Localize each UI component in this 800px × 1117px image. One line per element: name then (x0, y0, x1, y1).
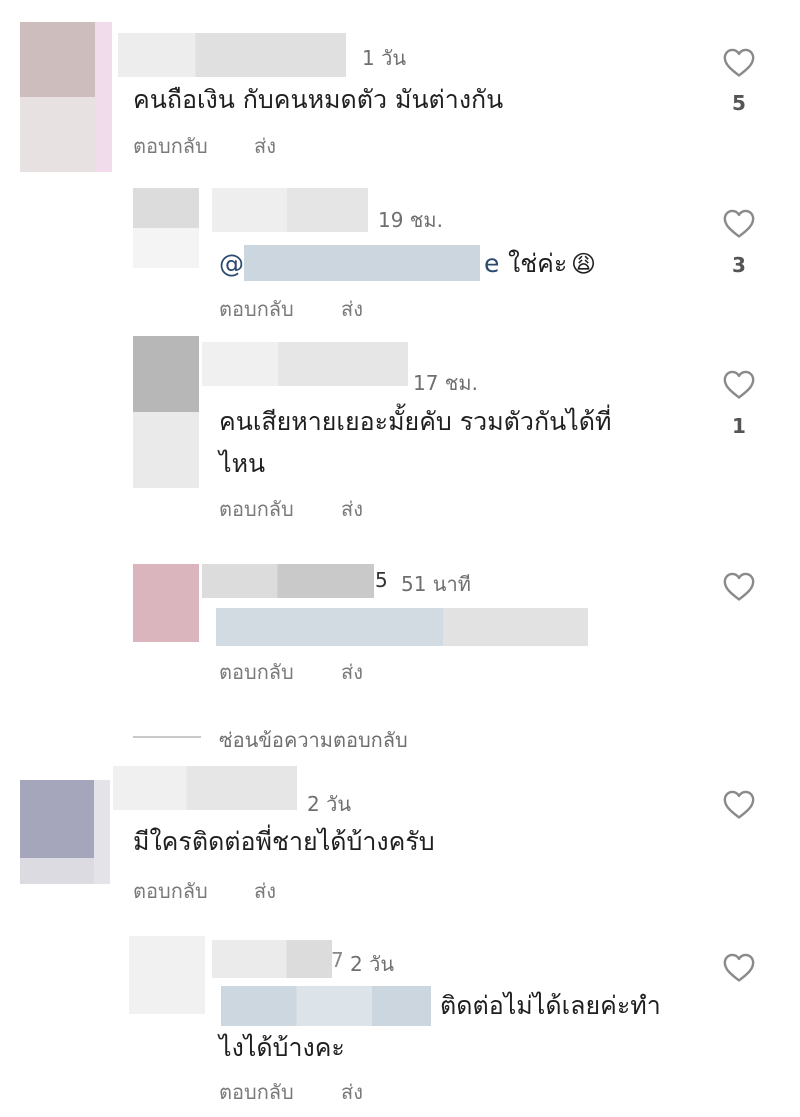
reply-button[interactable]: ตอบกลับ (219, 1076, 294, 1108)
comment-text-line1: ติดต่อไม่ได้เลยค่ะทำ (440, 991, 661, 1020)
comment-time: 2 วัน (350, 952, 394, 976)
reply-button[interactable]: ตอบกลับ (219, 293, 294, 325)
username-tail[interactable]: 7 (331, 948, 344, 972)
comment-item: 1 วัน คนถือเงิน กับคนหมดตัว มันต่างกัน ต… (0, 0, 800, 180)
heart-icon[interactable] (722, 788, 756, 820)
username[interactable] (118, 33, 346, 77)
reply-button[interactable]: ตอบกลับ (133, 875, 208, 907)
comment-time: 17 ชม. (413, 371, 478, 395)
comment-text: มีใครติดต่อพี่ชายได้บ้างครับ (133, 827, 435, 856)
comment-text-line2: ไหน (219, 449, 266, 478)
avatar[interactable] (133, 336, 199, 488)
reply-item: 19 ชม. @ e ใช่ค่ะ 😩 ตอบกลับ ส่ง 3 (0, 180, 800, 330)
send-button[interactable]: ส่ง (341, 293, 363, 325)
comment-text (216, 608, 588, 646)
username[interactable] (212, 940, 332, 978)
avatar[interactable] (20, 780, 110, 884)
comment-text: คนถือเงิน กับคนหมดตัว มันต่างกัน (133, 85, 504, 114)
like-count: 5 (732, 91, 746, 115)
heart-icon[interactable] (722, 207, 756, 239)
comment-text: ใช่ค่ะ (508, 249, 568, 278)
hide-replies-button[interactable]: ซ่อนข้อความตอบกลับ (133, 720, 493, 754)
avatar[interactable] (20, 22, 112, 172)
reply-button[interactable]: ตอบกลับ (219, 493, 294, 525)
like-count: 1 (732, 414, 746, 438)
send-button[interactable]: ส่ง (254, 875, 276, 907)
comment-time: 2 วัน (307, 792, 351, 816)
send-button[interactable]: ส่ง (254, 130, 276, 162)
comment-text-line2: ไงได้บ้างคะ (219, 1033, 345, 1062)
heart-icon[interactable] (722, 570, 756, 602)
username[interactable] (212, 188, 368, 232)
comment-text-line1: คนเสียหายเยอะมั้ยคับ รวมตัวกันได้ที่ (219, 407, 612, 436)
divider-line (133, 736, 201, 738)
username[interactable] (202, 564, 374, 598)
mention-prefix[interactable]: @ (219, 243, 244, 285)
reply-button[interactable]: ตอบกลับ (133, 130, 208, 162)
reply-item: 5 51 นาที ตอบกลับ ส่ง (0, 550, 800, 700)
comment-time: 1 วัน (362, 46, 406, 70)
comment-time: 51 นาที (401, 572, 471, 596)
send-button[interactable]: ส่ง (341, 1076, 363, 1108)
avatar[interactable] (129, 936, 205, 1014)
mention-username[interactable] (244, 245, 480, 281)
mention-suffix[interactable]: e (484, 243, 499, 285)
send-button[interactable]: ส่ง (341, 493, 363, 525)
heart-icon[interactable] (722, 46, 756, 78)
heart-icon[interactable] (722, 368, 756, 400)
reply-item: 17 ชม. คนเสียหายเยอะมั้ยคับ รวมตัวกันได้… (0, 330, 800, 530)
send-button[interactable]: ส่ง (341, 656, 363, 688)
username[interactable] (113, 766, 297, 810)
avatar[interactable] (133, 564, 199, 642)
mention-username[interactable] (221, 986, 431, 1026)
like-count: 3 (732, 253, 746, 277)
reply-item: 7 2 วัน ติดต่อไม่ได้เลยค่ะทำ ไงได้บ้างคะ… (0, 930, 800, 1117)
username[interactable] (202, 342, 408, 386)
reply-button[interactable]: ตอบกลับ (219, 656, 294, 688)
heart-icon[interactable] (722, 951, 756, 983)
comment-item: 2 วัน มีใครติดต่อพี่ชายได้บ้างครับ ตอบกล… (0, 760, 800, 910)
hide-replies-label: ซ่อนข้อความตอบกลับ (219, 728, 408, 752)
comment-time: 19 ชม. (378, 208, 443, 232)
username-tail[interactable]: 5 (375, 568, 388, 592)
avatar[interactable] (133, 188, 199, 268)
weary-face-emoji: 😩 (571, 250, 597, 278)
